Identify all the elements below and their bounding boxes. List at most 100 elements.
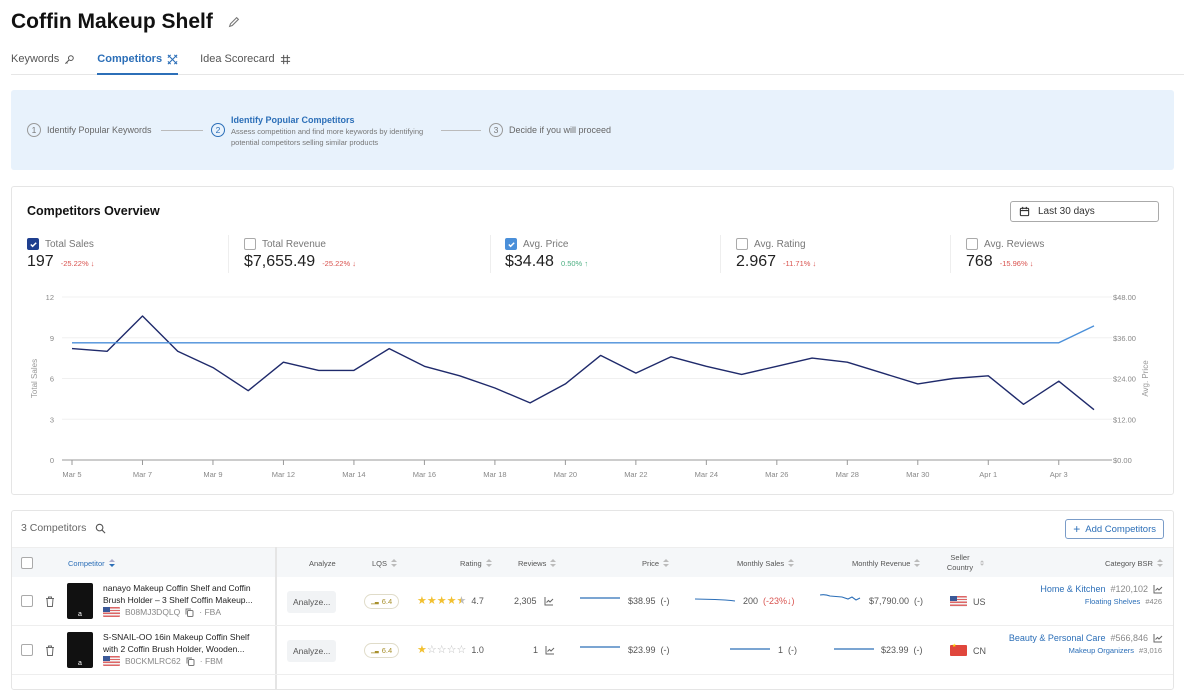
sort-icon (663, 559, 669, 567)
metric-value: 2.967 (736, 253, 776, 271)
metric-value: 768 (966, 253, 993, 271)
fulfillment-type: · FBA (199, 607, 221, 617)
column-rating[interactable]: Rating (460, 548, 492, 578)
cn-flag-icon (950, 645, 967, 656)
metric-delta: -25.22% ↓ (322, 259, 356, 268)
price-value: $38.95 (628, 596, 656, 606)
column-monthly-revenue[interactable]: Monthly Revenue (852, 548, 920, 578)
monthly-revenue-change: (-) (914, 645, 923, 655)
lqs-badge: ▁▃6.4 (364, 643, 399, 658)
divider (490, 235, 491, 273)
sort-icon (914, 559, 920, 567)
trend-chart-icon[interactable] (545, 645, 555, 655)
product-thumbnail[interactable] (67, 583, 93, 619)
sort-icon (391, 559, 397, 567)
column-seller-country[interactable]: Seller Country (944, 548, 984, 578)
swords-icon (167, 54, 178, 65)
monthly-revenue-value: $23.99 (881, 645, 909, 655)
metric-delta: -15.96% ↓ (1000, 259, 1034, 268)
product-thumbnail[interactable] (67, 632, 93, 668)
analyze-button[interactable]: Analyze... (287, 591, 336, 613)
subcategory-rank: #3,016 (1139, 646, 1162, 655)
date-range-picker[interactable]: Last 30 days (1010, 201, 1159, 222)
metric-value: $7,655.49 (244, 253, 315, 271)
avg-rating-checkbox[interactable] (736, 238, 748, 250)
category-link[interactable]: Home & Kitchen (1040, 584, 1105, 594)
y-axis-title: Total Sales (30, 359, 39, 398)
arrow-down-icon: ↓ (813, 259, 817, 268)
product-title[interactable]: S-SNAIL-OO 16in Makeup Coffin Shelfwith … (103, 631, 268, 655)
arrow-down-icon: ↓ (1030, 259, 1034, 268)
x-tick-label: Mar 26 (765, 470, 788, 479)
category-link[interactable]: Beauty & Personal Care (1009, 633, 1106, 643)
category-rank: #566,846 (1110, 633, 1148, 643)
tab-bar: Keywords Competitors Idea Scorecard (11, 48, 1184, 75)
column-competitor[interactable]: Competitor (68, 548, 115, 578)
arrow-up-icon: ↑ (584, 259, 588, 268)
metric-value: $34.48 (505, 253, 554, 271)
rating-stars: ★★★★★ (417, 594, 466, 607)
us-flag-icon (103, 656, 120, 666)
overview-title: Competitors Overview (27, 204, 160, 218)
tab-label: Idea Scorecard (200, 53, 275, 65)
reviews-count: 2,305 (514, 596, 537, 606)
table-header: Competitor Analyze LQS Rating Reviews Pr… (12, 547, 1173, 577)
row-checkbox[interactable] (21, 644, 33, 656)
step-title: Decide if you will proceed (509, 123, 611, 137)
total-revenue-checkbox[interactable] (244, 238, 256, 250)
table-row: S-SNAIL-OO 16in Makeup Coffin Shelfwith … (12, 626, 1173, 675)
x-tick-label: Mar 20 (554, 470, 577, 479)
copy-icon[interactable] (186, 657, 195, 666)
table-row: nanayo Makeup Coffin Shelf and CoffinBru… (12, 577, 1173, 626)
y-tick-label: 9 (50, 334, 54, 343)
tab-competitors[interactable]: Competitors (97, 48, 178, 74)
analyze-button[interactable]: Analyze... (287, 640, 336, 662)
trend-chart-icon[interactable] (544, 596, 554, 606)
column-analyze: Analyze (309, 548, 336, 578)
seller-country: CN (973, 646, 986, 656)
key-icon (64, 54, 75, 65)
sort-icon (788, 559, 794, 567)
series-line-total-sales (72, 316, 1094, 410)
column-reviews[interactable]: Reviews (518, 548, 556, 578)
seller-country: US (973, 597, 986, 607)
sort-icon (1157, 559, 1163, 567)
step-1: 1 Identify Popular Keywords (27, 123, 152, 137)
metric-avg-reviews: Avg. Reviews 768-15.96% ↓ (966, 238, 1044, 278)
trash-icon[interactable] (45, 596, 55, 607)
avg-price-checkbox[interactable] (505, 238, 517, 250)
add-competitors-button[interactable]: + Add Competitors (1065, 519, 1164, 539)
step-3: 3 Decide if you will proceed (489, 123, 611, 137)
edit-pencil-icon[interactable] (227, 15, 241, 29)
sort-icon (486, 559, 492, 567)
subcategory-link[interactable]: Makeup Organizers (1069, 646, 1134, 655)
column-category-bsr[interactable]: Category BSR (1105, 548, 1163, 578)
column-price[interactable]: Price (642, 548, 669, 578)
monthly-sales-value: 200 (743, 596, 758, 606)
trend-chart-icon[interactable] (1153, 633, 1163, 643)
y2-tick-label: $36.00 (1113, 334, 1136, 343)
tab-keywords[interactable]: Keywords (11, 48, 75, 74)
search-icon[interactable] (95, 523, 106, 534)
subcategory-rank: #426 (1145, 597, 1162, 606)
y-tick-label: 3 (50, 415, 54, 424)
tab-idea-scorecard[interactable]: Idea Scorecard (200, 48, 291, 74)
column-lqs[interactable]: LQS (372, 548, 397, 578)
trash-icon[interactable] (45, 645, 55, 656)
competitor-count: 3 Competitors (21, 522, 106, 534)
y2-tick-label: $24.00 (1113, 375, 1136, 384)
avg-reviews-checkbox[interactable] (966, 238, 978, 250)
select-all-checkbox[interactable] (21, 557, 33, 569)
trend-chart-icon[interactable] (1153, 584, 1163, 594)
competitor-count-label: 3 Competitors (21, 522, 86, 534)
copy-icon[interactable] (185, 608, 194, 617)
total-sales-checkbox[interactable] (27, 238, 39, 250)
column-monthly-sales[interactable]: Monthly Sales (737, 548, 794, 578)
overview-line-chart: 036912$0.00$12.00$24.00$36.00$48.00Total… (12, 287, 1173, 487)
product-title[interactable]: nanayo Makeup Coffin Shelf and CoffinBru… (103, 582, 268, 606)
subcategory-link[interactable]: Floating Shelves (1085, 597, 1140, 606)
row-checkbox[interactable] (21, 595, 33, 607)
step-description: Assess competition and find more keyword… (231, 126, 441, 148)
x-tick-label: Mar 28 (836, 470, 859, 479)
metric-total-sales: Total Sales 197-25.22% ↓ (27, 238, 94, 278)
